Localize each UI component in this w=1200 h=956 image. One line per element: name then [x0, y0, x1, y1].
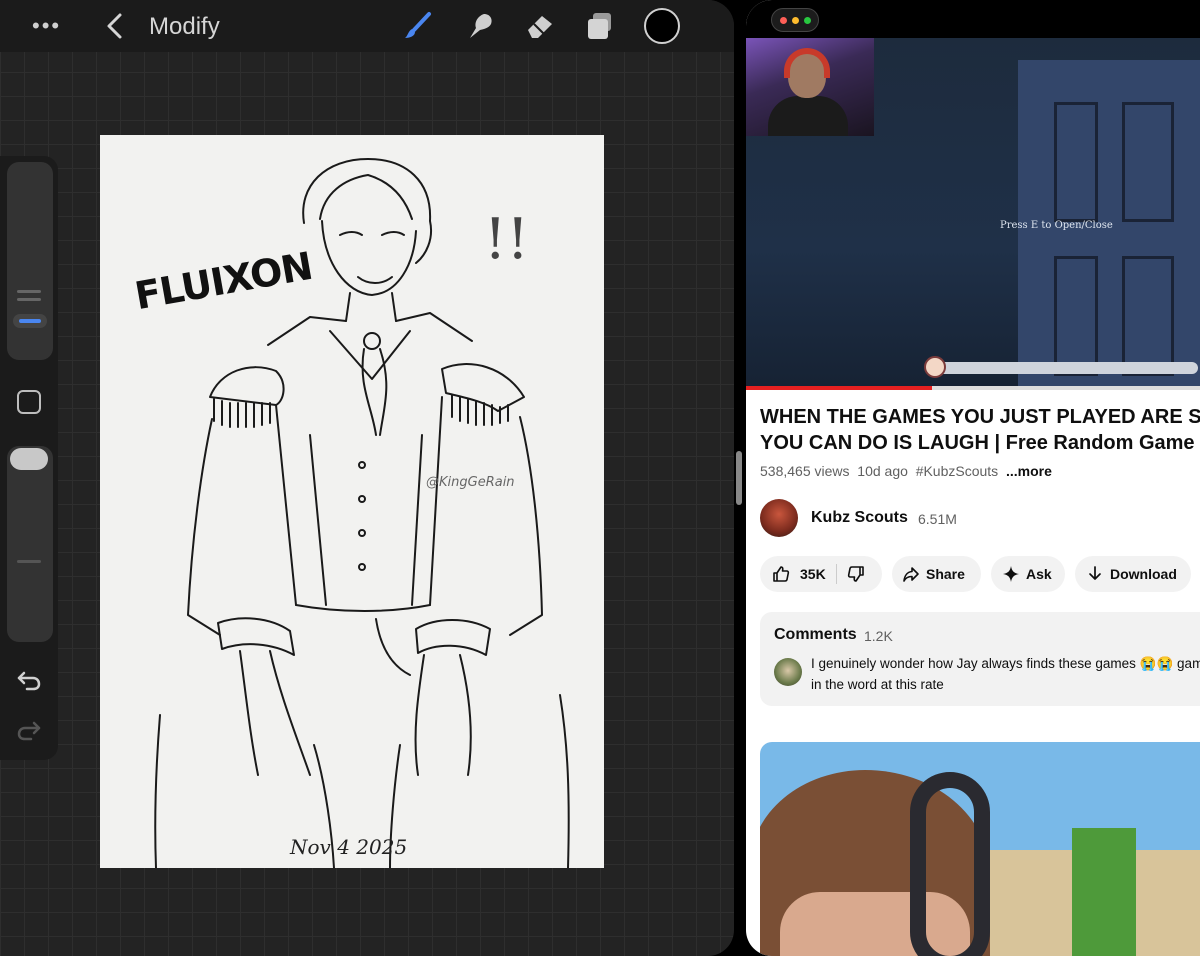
- thumbs-up-icon[interactable]: [772, 565, 790, 583]
- window-controls[interactable]: [771, 8, 819, 32]
- brush-size-slider[interactable]: [7, 162, 53, 360]
- split-view-handle[interactable]: [736, 451, 742, 505]
- download-icon: [1089, 566, 1101, 580]
- video-metadata[interactable]: 538,465 views 10d ago #KubzScouts ...mor…: [760, 463, 1052, 479]
- video-title[interactable]: WHEN THE GAMES YOU JUST PLAYED ARE S YOU…: [760, 404, 1200, 456]
- window-bar: [746, 0, 1200, 38]
- game-progress-icon: [924, 356, 946, 378]
- commenter-avatar: [774, 658, 802, 686]
- comments-count: 1.2K: [864, 628, 893, 644]
- comments-title: Comments: [774, 626, 857, 643]
- streamer-webcam: [746, 38, 874, 136]
- like-dislike-group: 35K: [760, 556, 882, 592]
- brush-icon[interactable]: [402, 10, 434, 42]
- drawing-app: ••• Modify FLUIXON !! @KingGeRain Nov 4 …: [0, 0, 734, 956]
- size-grip-lines: [17, 290, 41, 293]
- top-toolbar: ••• Modify: [0, 0, 734, 52]
- subscriber-count: 6.51M: [918, 511, 957, 527]
- color-picker-swatch[interactable]: [644, 8, 680, 44]
- video-title-line-1: WHEN THE GAMES YOU JUST PLAYED ARE S: [760, 406, 1200, 428]
- eraser-icon[interactable]: [524, 10, 556, 42]
- opacity-slider[interactable]: [7, 446, 53, 642]
- download-button[interactable]: Download: [1075, 556, 1191, 592]
- view-count: 538,465 views: [760, 463, 850, 479]
- ask-button[interactable]: Ask: [991, 556, 1065, 592]
- thumbs-down-icon[interactable]: [847, 565, 865, 583]
- game-prompt: Press E to Open/Close: [1000, 220, 1113, 231]
- comments-panel[interactable]: Comments 1.2K I genuinely wonder how Jay…: [760, 612, 1200, 706]
- channel-name[interactable]: Kubz Scouts: [811, 509, 908, 527]
- video-seek-progress: [746, 386, 933, 390]
- undo-icon[interactable]: [15, 668, 43, 692]
- share-label: Share: [926, 566, 965, 582]
- channel-avatar[interactable]: [760, 499, 798, 537]
- zoom-dot-icon[interactable]: [803, 16, 811, 24]
- modifier-square-button[interactable]: [17, 390, 41, 414]
- top-comment-text: I genuinely wonder how Jay always finds …: [811, 656, 1200, 692]
- game-progress-bar: [934, 362, 1198, 374]
- exclamation-marks: !!: [484, 207, 530, 272]
- more-options-icon[interactable]: •••: [32, 15, 61, 37]
- back-chevron-icon[interactable]: [104, 12, 126, 40]
- share-icon: [903, 567, 919, 582]
- artist-signature: @KingGeRain: [426, 475, 515, 490]
- next-video-thumbnail[interactable]: [760, 742, 1200, 956]
- minimize-dot-icon[interactable]: [791, 16, 799, 24]
- opacity-grip-line: [17, 560, 41, 563]
- more-description-link[interactable]: ...more: [1006, 463, 1052, 479]
- like-divider: [835, 564, 837, 584]
- like-count[interactable]: 35K: [800, 566, 826, 582]
- redo-icon[interactable]: [15, 718, 43, 742]
- upload-age: 10d ago: [857, 463, 908, 479]
- share-button[interactable]: Share: [892, 556, 981, 592]
- video-app: Press E to Open/Close WHEN THE GAMES YOU…: [746, 0, 1200, 956]
- left-sidebar: [0, 156, 58, 760]
- video-seek-bar[interactable]: [746, 386, 1200, 390]
- smudge-icon[interactable]: [464, 10, 496, 42]
- video-player[interactable]: Press E to Open/Close: [746, 38, 1200, 390]
- layers-icon[interactable]: [584, 10, 616, 42]
- close-dot-icon[interactable]: [779, 16, 787, 24]
- ask-label: Ask: [1026, 566, 1052, 582]
- video-title-line-2: YOU CAN DO IS LAUGH | Free Random Game: [760, 432, 1195, 454]
- opacity-knob[interactable]: [10, 448, 48, 470]
- drawing-canvas[interactable]: FLUIXON !! @KingGeRain Nov 4 2025: [100, 135, 604, 868]
- brush-size-knob[interactable]: [13, 314, 47, 328]
- hashtag-link[interactable]: #KubzScouts: [916, 463, 999, 479]
- drawing-date: Nov 4 2025: [290, 835, 408, 859]
- menu-title[interactable]: Modify: [149, 13, 220, 41]
- download-label: Download: [1110, 566, 1177, 582]
- sparkle-icon: [1003, 566, 1019, 582]
